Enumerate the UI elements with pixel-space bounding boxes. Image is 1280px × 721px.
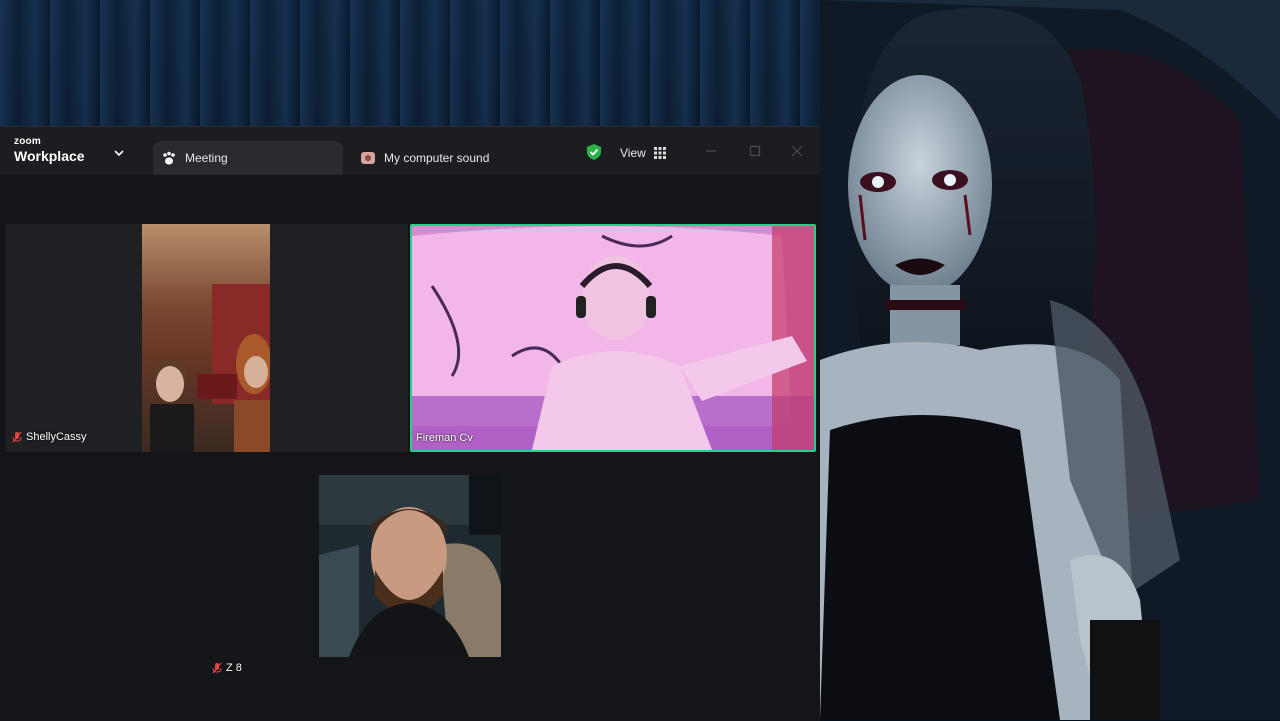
shield-check-icon[interactable] <box>585 143 603 161</box>
participant-name-tag: Fireman Cv <box>416 432 473 444</box>
participant-name-tag: Z 8 <box>212 662 242 674</box>
tab-sound-label: My computer sound <box>384 151 490 165</box>
wallpaper-portrait-image <box>820 0 1280 720</box>
tab-meeting-label: Meeting <box>185 151 228 165</box>
computer-sound-icon <box>360 150 376 166</box>
participant-video <box>412 226 814 450</box>
grid-icon <box>653 147 666 159</box>
minimize-icon[interactable] <box>704 144 718 158</box>
zoom-meeting-window: zoom Workplace Meeting My computer sound… <box>0 126 820 721</box>
participant-tile-active-speaker[interactable]: Fireman Cv <box>410 224 816 452</box>
view-button[interactable]: View <box>612 143 674 163</box>
zoom-workplace-logo[interactable]: zoom Workplace <box>14 136 85 164</box>
tab-meeting[interactable]: Meeting <box>153 141 343 175</box>
participant-name: Fireman Cv <box>416 432 473 444</box>
participant-video <box>142 224 270 452</box>
mic-muted-icon <box>212 662 222 674</box>
maximize-icon[interactable] <box>748 144 762 158</box>
chevron-down-icon[interactable] <box>114 149 124 157</box>
mic-muted-icon <box>12 431 22 443</box>
tab-my-computer-sound[interactable]: My computer sound <box>352 141 572 175</box>
participant-video <box>319 475 501 657</box>
view-label: View <box>620 146 646 160</box>
participant-tile[interactable]: Z 8 <box>6 471 818 687</box>
participant-name: ShellyCassy <box>26 431 87 443</box>
participant-name: Z 8 <box>226 662 242 674</box>
brand-top-label: zoom <box>14 136 41 147</box>
participant-tile[interactable]: ShellyCassy <box>6 224 408 452</box>
close-icon[interactable] <box>790 144 804 158</box>
paw-icon <box>161 150 177 166</box>
brand-main-label: Workplace <box>14 148 85 164</box>
participant-name-tag: ShellyCassy <box>12 431 87 443</box>
title-bar: zoom Workplace Meeting My computer sound… <box>0 127 820 175</box>
